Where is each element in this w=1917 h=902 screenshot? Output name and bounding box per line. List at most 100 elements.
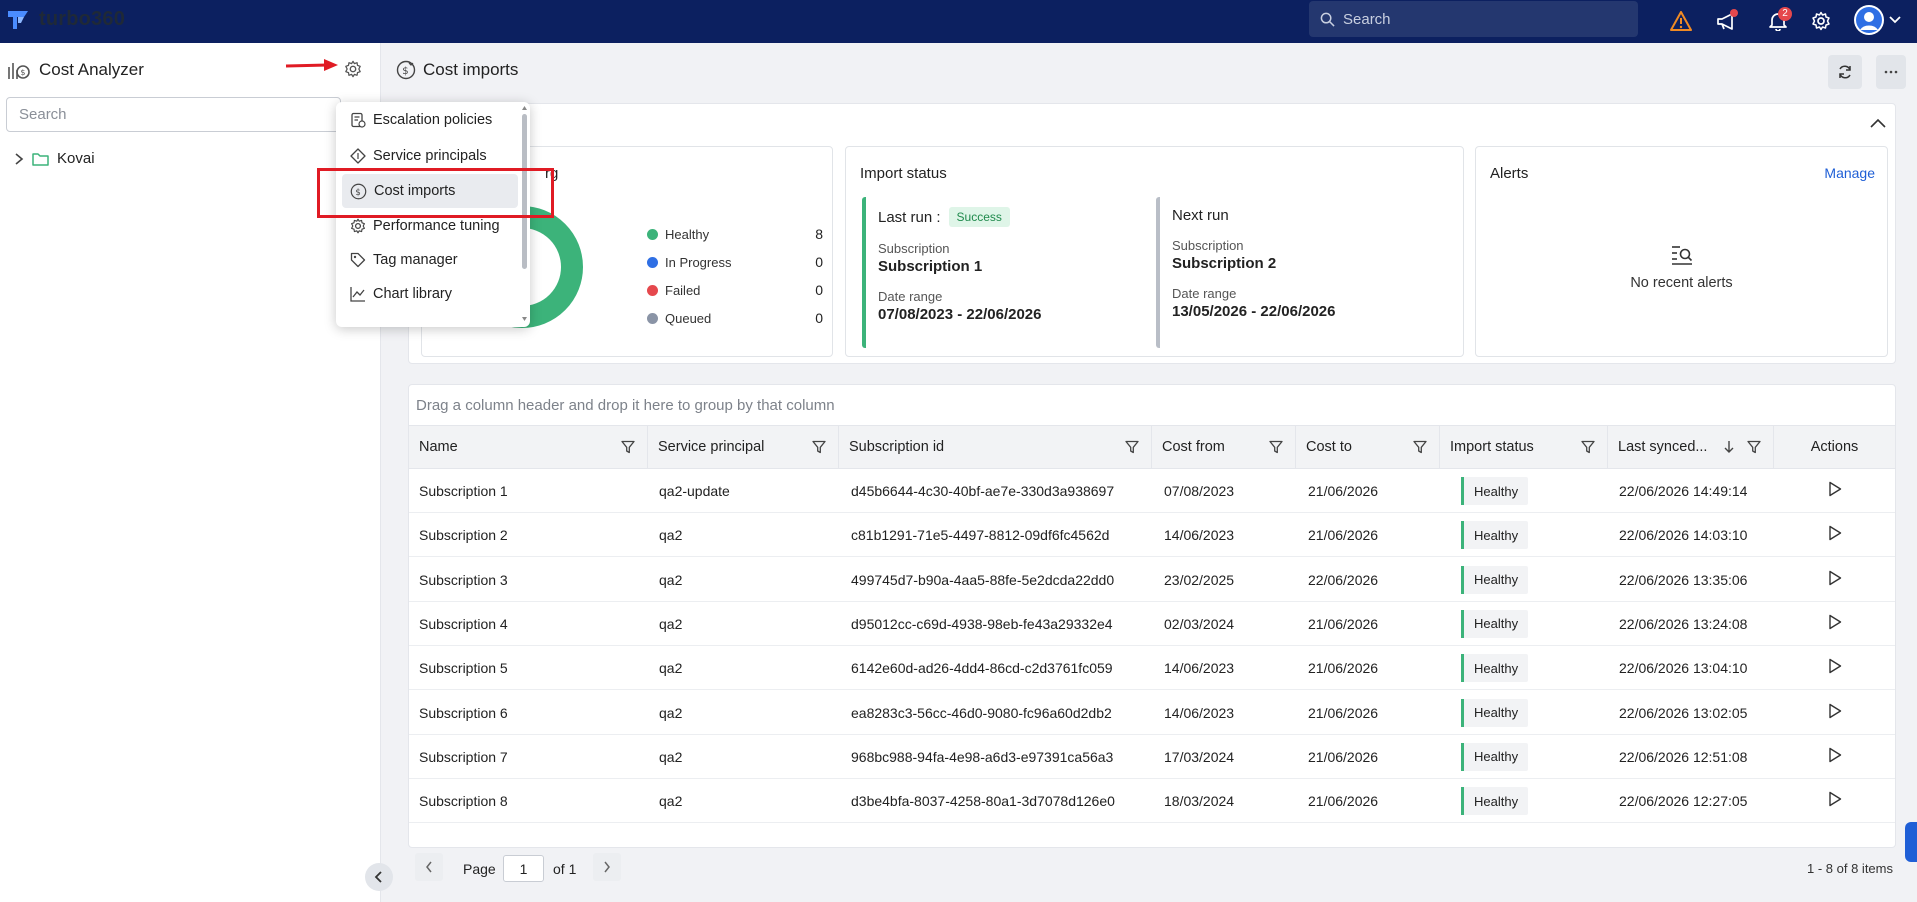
group-by-drop-zone[interactable]: Drag a column header and drop it here to…: [416, 397, 835, 414]
folder-icon: [32, 152, 49, 166]
cell-synced: 22/06/2026 13:24:08: [1619, 615, 1748, 632]
chevron-right-icon[interactable]: [14, 152, 24, 165]
cell-status: Healthy: [1461, 609, 1529, 638]
table-row[interactable]: Subscription 6 qa2 ea8283c3-56cc-46d0-9080…: [409, 691, 1895, 735]
pager-page-label: Page: [463, 861, 496, 877]
legend-in-progress: In Progress: [647, 255, 731, 270]
column-header-cost-to[interactable]: Cost to: [1296, 425, 1440, 469]
manage-alerts-link[interactable]: Manage: [1824, 165, 1875, 181]
avatar[interactable]: [1853, 4, 1903, 36]
filter-icon[interactable]: [1269, 440, 1283, 454]
feedback-side-tab[interactable]: [1905, 822, 1917, 862]
filter-icon[interactable]: [1413, 440, 1427, 454]
menu-item-chart-library[interactable]: Chart library: [342, 277, 518, 311]
menu-item-tag-manager[interactable]: Tag manager: [342, 243, 518, 277]
tree-item-kovai[interactable]: Kovai: [14, 150, 95, 167]
cell-status: Healthy: [1461, 477, 1529, 505]
chevron-left-icon: [374, 871, 382, 883]
table-row[interactable]: Subscription 8 qa2 d3be4bfa-8037-4258-80a1…: [409, 779, 1895, 824]
table-row[interactable]: Subscription 5 qa2 6142e60d-ad26-4dd4-86cd…: [409, 646, 1895, 691]
gear-icon[interactable]: [1805, 5, 1837, 37]
table-row[interactable]: Subscription 4 qa2 d95012cc-c69d-4938-98eb…: [409, 602, 1895, 646]
cell-from: 23/02/2025: [1164, 571, 1235, 588]
cell-sub-id: 968bc988-94fa-4e98-a6d3-e97391ca56a3: [851, 748, 1114, 765]
pager-previous-button[interactable]: [415, 853, 443, 881]
column-header-last-synced[interactable]: Last synced...: [1608, 425, 1774, 469]
page-header: $ Cost imports: [396, 60, 518, 80]
collapse-summary-icon[interactable]: [1870, 118, 1886, 128]
cell-from: 18/03/2024: [1164, 793, 1235, 810]
sidebar-search-input[interactable]: [6, 97, 341, 132]
collapse-sidebar-button[interactable]: [365, 863, 393, 891]
global-search[interactable]: Search: [1309, 1, 1638, 37]
cell-synced: 22/06/2026 14:03:10: [1619, 527, 1748, 544]
svg-text:$: $: [20, 68, 25, 77]
column-header-name[interactable]: Name: [409, 425, 648, 469]
legend-in-progress-value: 0: [815, 254, 823, 270]
run-import-play-icon[interactable]: [1828, 614, 1842, 630]
announcement-dot: [1730, 9, 1738, 17]
run-import-play-icon[interactable]: [1828, 658, 1842, 674]
turbo360-logo[interactable]: turbo360: [7, 8, 125, 31]
pager-next-button[interactable]: [593, 853, 621, 881]
no-alerts-message: No recent alerts: [1630, 275, 1733, 291]
chart-library-icon: [350, 287, 365, 302]
announcement-icon[interactable]: [1711, 5, 1743, 37]
filter-icon[interactable]: [1125, 440, 1139, 454]
cell-from: 17/03/2024: [1164, 748, 1235, 765]
cell-status: Healthy: [1461, 565, 1529, 594]
cell-status: Healthy: [1461, 521, 1529, 550]
run-import-play-icon[interactable]: [1828, 747, 1842, 763]
filter-icon[interactable]: [1581, 440, 1595, 454]
last-run-subscription: Subscription 1: [878, 258, 983, 275]
refresh-button[interactable]: [1828, 55, 1862, 89]
run-import-play-icon[interactable]: [1828, 481, 1842, 497]
filter-icon[interactable]: [1747, 440, 1761, 454]
cost-import-icon: $: [396, 60, 416, 80]
more-icon: [1884, 70, 1898, 74]
more-options-button[interactable]: [1876, 55, 1906, 89]
import-status-card: Import status Last run : Success Subscrip…: [845, 146, 1464, 357]
cell-to: 21/06/2026: [1308, 748, 1379, 765]
no-alerts-icon: [1672, 246, 1693, 265]
settings-gear-icon[interactable]: [344, 60, 362, 78]
cell-sub-id: c81b1291-71e5-4497-8812-09df6fc4562d: [851, 527, 1110, 544]
column-header-service-principal[interactable]: Service principal: [648, 425, 839, 469]
menu-item-label: Tag manager: [373, 252, 458, 268]
column-header-cost-from[interactable]: Cost from: [1152, 425, 1296, 469]
run-import-play-icon[interactable]: [1828, 525, 1842, 541]
table-row[interactable]: Subscription 2 qa2 c81b1291-71e5-4497-8812…: [409, 513, 1895, 558]
menu-item-label: Chart library: [373, 286, 452, 302]
menu-item-escalation-policies[interactable]: Escalation policies: [342, 103, 518, 137]
cell-to: 21/06/2026: [1308, 793, 1379, 810]
cell-sp: qa2: [659, 660, 683, 677]
column-header-subscription-id[interactable]: Subscription id: [839, 425, 1152, 469]
table-row[interactable]: Subscription 3 qa2 499745d7-b90a-4aa5-88fe…: [409, 558, 1895, 602]
last-run-date-range: 07/08/2023 - 22/06/2026: [878, 306, 1042, 323]
cell-from: 14/06/2023: [1164, 660, 1235, 677]
column-header-label: Name: [419, 439, 458, 455]
cell-from: 14/06/2023: [1164, 704, 1235, 721]
chevron-down-icon: [1889, 16, 1901, 24]
legend-dot: [647, 257, 658, 268]
filter-icon[interactable]: [812, 440, 826, 454]
column-header-import-status[interactable]: Import status: [1440, 425, 1608, 469]
table-row[interactable]: Subscription 7 qa2 968bc988-94fa-4e98-a6d3…: [409, 735, 1895, 779]
sort-descending-icon[interactable]: [1723, 440, 1735, 454]
cell-sp: qa2: [659, 793, 683, 810]
column-header-label: Import status: [1450, 439, 1534, 455]
cell-to: 21/06/2026: [1308, 483, 1379, 499]
cell-to: 21/06/2026: [1308, 660, 1379, 677]
run-import-play-icon[interactable]: [1828, 703, 1842, 719]
run-import-play-icon[interactable]: [1828, 570, 1842, 586]
table-row[interactable]: Subscription 1 qa2-update d45b6644-4c30-40…: [409, 469, 1895, 513]
bell-icon[interactable]: 2: [1762, 5, 1794, 37]
annotation-arrow: [285, 59, 338, 71]
run-import-play-icon[interactable]: [1828, 791, 1842, 807]
pager-page-input[interactable]: [503, 855, 544, 882]
warning-icon[interactable]: [1665, 5, 1697, 37]
menu-item-label: Performance tuning: [373, 218, 500, 234]
filter-icon[interactable]: [621, 440, 635, 454]
page-title: Cost imports: [423, 60, 519, 79]
cell-synced: 22/06/2026 14:49:14: [1619, 483, 1748, 499]
